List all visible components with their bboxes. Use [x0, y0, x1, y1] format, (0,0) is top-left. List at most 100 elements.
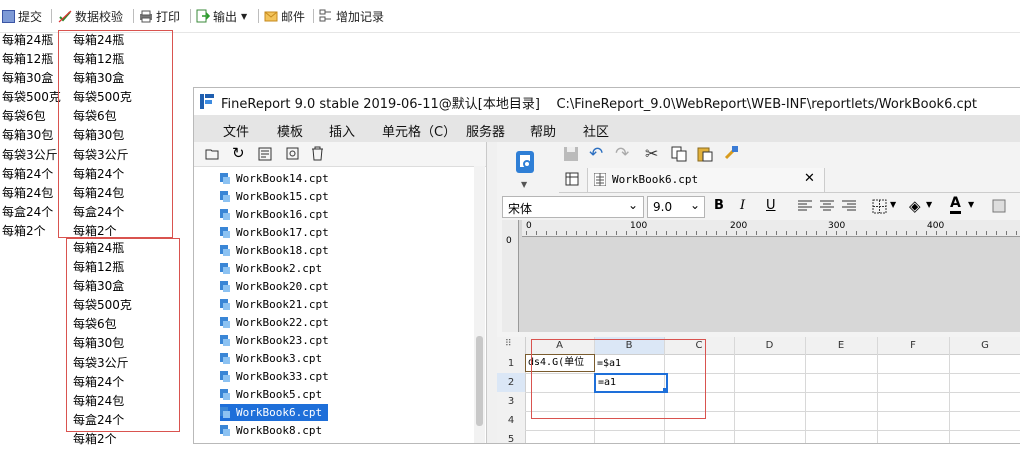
file-item[interactable]: WorkBook5.cpt: [220, 386, 322, 403]
open-folder-icon[interactable]: [205, 147, 220, 163]
file-item[interactable]: WorkBook20.cpt: [220, 278, 329, 295]
file-item[interactable]: WorkBook16.cpt: [220, 206, 329, 223]
cpt-file-icon: [220, 389, 230, 400]
grid-icon[interactable]: [565, 172, 579, 189]
chevron-down-icon: ▼: [241, 11, 248, 21]
horizontal-ruler: 0 100 200 300 400: [522, 220, 1020, 237]
paste-icon[interactable]: [697, 146, 713, 165]
format-painter-icon[interactable]: [723, 145, 739, 164]
row-header-2[interactable]: 2: [497, 373, 525, 392]
menu-template[interactable]: 模板: [277, 121, 303, 140]
file-name: WorkBook8.cpt: [236, 424, 323, 437]
report-cell: 每箱30盒: [73, 71, 125, 86]
delete-icon[interactable]: [311, 146, 324, 164]
menu-help[interactable]: 帮助: [530, 121, 556, 140]
align-center-icon[interactable]: [820, 200, 834, 215]
grid-row-line: [525, 430, 1020, 431]
file-item[interactable]: WorkBook17.cpt: [220, 224, 329, 241]
chevron-down-icon[interactable]: ▼: [521, 180, 527, 189]
validate-button[interactable]: 数据校验: [58, 7, 123, 25]
window-title: FineReport 9.0 stable 2019-06-11@默认[本地目录…: [221, 97, 977, 112]
redo-icon[interactable]: ↷: [615, 144, 629, 164]
menu-file[interactable]: 文件: [223, 121, 249, 140]
export-button[interactable]: 输出 ▼: [196, 7, 247, 25]
email-button[interactable]: 邮件: [264, 7, 305, 25]
file-item[interactable]: WorkBook3.cpt: [220, 350, 322, 367]
row-header-3[interactable]: 3: [497, 392, 525, 411]
undo-icon[interactable]: ↶: [589, 144, 603, 164]
edit-toolbar: ↶ ↷ ✂: [559, 142, 1020, 166]
refresh-icon[interactable]: ↻: [232, 144, 245, 162]
save-icon[interactable]: [563, 146, 579, 165]
font-color-icon[interactable]: A: [950, 196, 961, 214]
fill-color-icon[interactable]: ◈: [909, 197, 921, 215]
file-item[interactable]: WorkBook23.cpt: [220, 332, 329, 349]
submit-button[interactable]: 提交: [2, 7, 42, 25]
more-icon[interactable]: [992, 199, 1006, 216]
border-icon[interactable]: [872, 199, 887, 217]
report-cell: 每袋6包: [73, 317, 117, 332]
settings-icon[interactable]: [285, 146, 300, 164]
finereport-logo-icon: [200, 94, 214, 109]
report-column-3: 每箱24瓶 每箱12瓶 每箱30盒 每袋500克 每袋6包 每箱30包 每袋3公斤 每箱24个…: [73, 239, 132, 449]
add-record-button[interactable]: 增加记录: [319, 7, 384, 25]
report-cell: 每箱12瓶: [73, 52, 125, 67]
report-cell: 每箱30盒: [73, 279, 125, 294]
copy-icon[interactable]: [671, 146, 687, 165]
spreadsheet-grid[interactable]: ⠿ A B C D E F G 1 2 3 4 5 ds4.G(单位 =$a1 …: [497, 337, 1020, 443]
cpt-file-icon: [220, 191, 230, 202]
file-item[interactable]: WorkBook15.cpt: [220, 188, 329, 205]
align-right-icon[interactable]: [842, 200, 856, 215]
menu-cell[interactable]: 单元格（C）: [382, 121, 456, 140]
row-header-1[interactable]: 1: [497, 354, 525, 373]
file-item[interactable]: WorkBook21.cpt: [220, 296, 329, 313]
template-preview-icon[interactable]: [515, 150, 535, 178]
menu-server[interactable]: 服务器: [466, 121, 505, 140]
chevron-down-icon[interactable]: ▼: [890, 200, 896, 209]
chevron-down-icon[interactable]: ▼: [968, 200, 974, 209]
file-item[interactable]: WorkBook14.cpt: [220, 170, 329, 187]
bold-icon[interactable]: B: [714, 198, 724, 213]
row-header-4[interactable]: 4: [497, 411, 525, 430]
cut-icon[interactable]: ✂: [645, 144, 658, 163]
report-cell: 每箱24个: [73, 374, 125, 389]
window-titlebar: FineReport 9.0 stable 2019-06-11@默认[本地目录…: [194, 88, 1020, 115]
scrollbar[interactable]: [474, 166, 485, 443]
file-item[interactable]: WorkBook33.cpt: [220, 368, 329, 385]
add-record-icon: [319, 9, 333, 23]
file-name: WorkBook5.cpt: [236, 388, 323, 401]
column-header-e[interactable]: E: [805, 337, 877, 354]
file-item[interactable]: WorkBook18.cpt: [220, 242, 329, 259]
file-name: WorkBook16.cpt: [236, 208, 329, 221]
chevron-down-icon: ⌄: [628, 198, 639, 212]
chevron-down-icon[interactable]: ▼: [926, 200, 932, 209]
cpt-file-icon: [220, 227, 230, 238]
tab-workbook6[interactable]: WorkBook6.cpt ✕: [587, 168, 825, 192]
print-button[interactable]: 打印: [139, 7, 180, 25]
font-select[interactable]: 宋体 ⌄: [502, 196, 644, 218]
file-item[interactable]: WorkBook8.cpt: [220, 422, 322, 439]
select-all-icon[interactable]: ⠿: [505, 339, 512, 349]
column-header-d[interactable]: D: [734, 337, 805, 354]
report-cell: 每箱24瓶: [73, 241, 125, 255]
report-cell: 每袋500克: [73, 298, 132, 313]
file-item[interactable]: WorkBook2.cpt: [220, 260, 322, 277]
underline-icon[interactable]: U: [766, 198, 776, 213]
column-header-f[interactable]: F: [877, 337, 949, 354]
italic-icon[interactable]: I: [740, 198, 745, 213]
report-cell: 每箱30包: [73, 128, 125, 143]
file-item[interactable]: WorkBook22.cpt: [220, 314, 329, 331]
cpt-file-icon: [220, 209, 230, 220]
align-left-icon[interactable]: [798, 200, 812, 215]
scrollbar-thumb[interactable]: [476, 336, 483, 426]
report-cell: 每箱24瓶: [73, 33, 125, 47]
file-name: WorkBook14.cpt: [236, 172, 329, 185]
file-item[interactable]: WorkBook6.cpt: [220, 404, 329, 421]
menu-insert[interactable]: 插入: [329, 121, 355, 140]
menu-community[interactable]: 社区: [583, 121, 609, 140]
close-icon[interactable]: ✕: [804, 171, 815, 186]
document-icon[interactable]: [258, 147, 272, 164]
format-toolbar: 宋体 ⌄ 9.0 ⌄ B I U ▼ ◈ ▼ A ▼: [502, 196, 1020, 218]
column-header-g[interactable]: G: [949, 337, 1020, 354]
font-size-select[interactable]: 9.0 ⌄: [647, 196, 705, 218]
